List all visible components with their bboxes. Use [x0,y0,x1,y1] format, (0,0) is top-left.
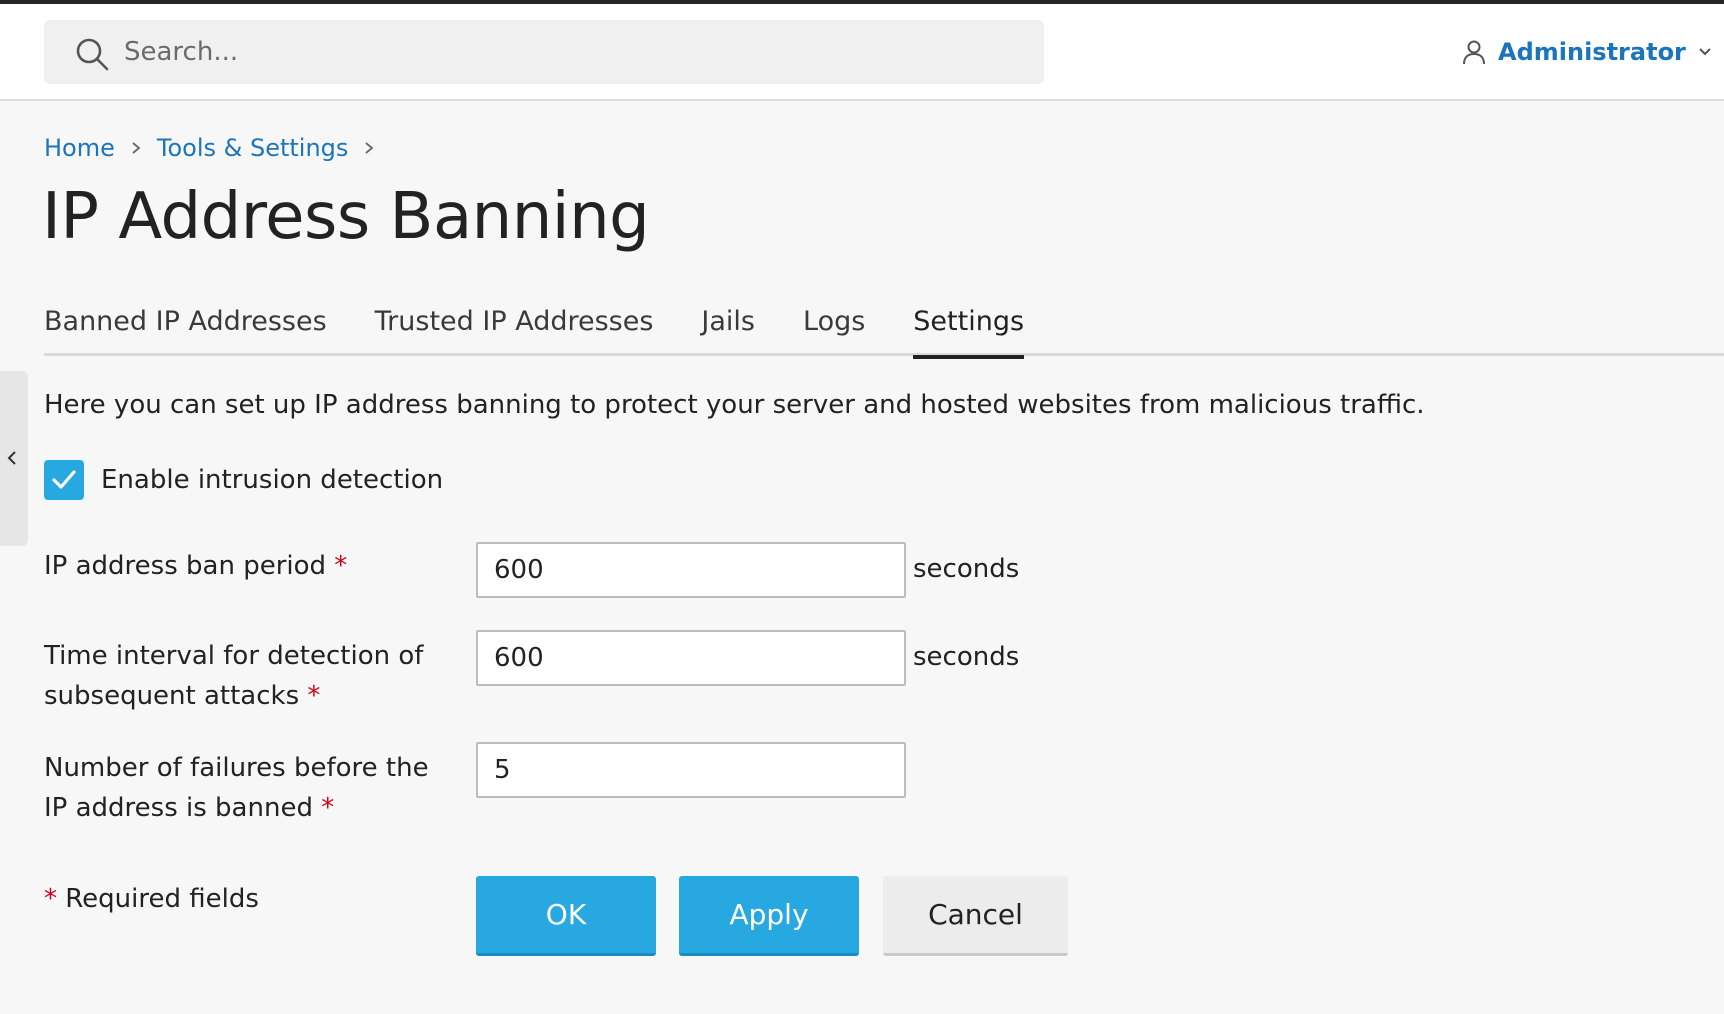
intrusion-detection-label: Enable intrusion detection [101,465,444,495]
search-bar[interactable] [44,20,1044,84]
required-note-text: Required fields [65,884,259,914]
chevron-down-icon [1699,48,1711,56]
required-marker: * [321,793,335,823]
breadcrumb-tools-settings[interactable]: Tools & Settings [157,134,349,162]
tab-banned-ip-addresses[interactable]: Banned IP Addresses [44,300,327,356]
user-menu[interactable]: Administrator [1460,32,1712,72]
page-description: Here you can set up IP address banning t… [44,390,1425,420]
failures-label: Number of failures before the IP address… [44,748,429,828]
chevron-right-icon [365,142,374,154]
user-name: Administrator [1498,38,1686,66]
intrusion-detection-checkbox[interactable] [44,460,84,500]
intrusion-detection-row: Enable intrusion detection [44,460,443,500]
failures-label-line1: Number of failures before the [44,753,429,783]
page-title: IP Address Banning [42,180,650,254]
ban-period-label-text: IP address ban period [44,551,327,581]
tab-logs[interactable]: Logs [803,300,865,356]
tab-trusted-ip-addresses[interactable]: Trusted IP Addresses [375,300,654,356]
user-icon [1463,40,1485,65]
detection-interval-input[interactable] [476,630,906,686]
failures-input[interactable] [476,742,906,798]
ok-button[interactable]: OK [476,876,656,956]
tab-bar: Banned IP Addresses Trusted IP Addresses… [44,300,1724,359]
apply-button[interactable]: Apply [679,876,859,956]
failures-label-line2: IP address is banned [44,793,313,823]
tab-settings[interactable]: Settings [913,300,1024,359]
chevron-left-icon [7,451,16,465]
chevron-right-icon [132,142,141,154]
cancel-button[interactable]: Cancel [883,876,1068,956]
detection-interval-label-line1: Time interval for detection of [44,641,424,671]
ban-period-unit: seconds [913,554,1020,584]
breadcrumb: Home Tools & Settings [44,130,390,166]
required-fields-note: * Required fields [44,884,259,914]
checkmark-icon [52,470,76,489]
sidebar-collapse-toggle[interactable] [0,371,28,546]
detection-interval-label: Time interval for detection of subsequen… [44,636,423,716]
ban-period-input[interactable] [476,542,906,598]
search-input[interactable] [124,20,1024,84]
search-icon [76,38,109,71]
ban-period-label: IP address ban period * [44,546,347,586]
required-marker: * [334,551,348,581]
detection-interval-unit: seconds [913,642,1020,672]
header: Administrator [0,4,1724,101]
breadcrumb-home[interactable]: Home [44,134,115,162]
required-marker: * [307,681,321,711]
detection-interval-label-line2: subsequent attacks [44,681,300,711]
tab-jails[interactable]: Jails [701,300,755,356]
required-marker: * [44,884,57,914]
